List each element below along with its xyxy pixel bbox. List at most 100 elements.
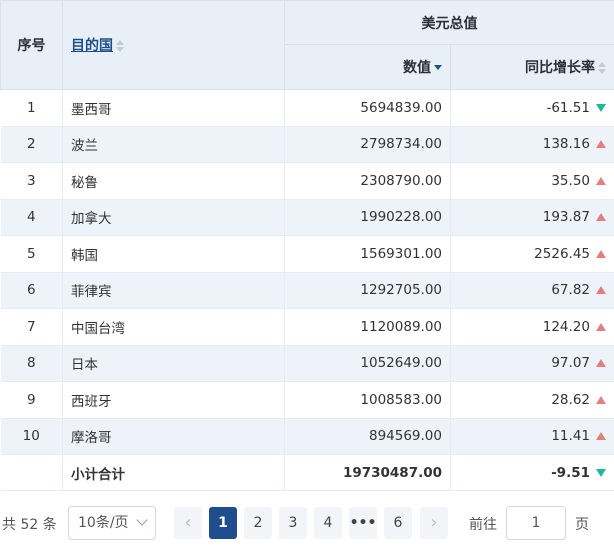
row-index: 10 [0,418,63,455]
page-ellipsis[interactable]: ••• [349,507,377,539]
row-index: 3 [0,162,63,200]
row-growth: 35.50 [450,162,614,200]
row-growth-text: 193.87 [542,209,590,226]
row-growth: 67.82 [450,272,614,309]
trend-down-icon [596,468,606,477]
row-value: 1008583.00 [284,381,451,419]
header-country-label[interactable]: 目的国 [71,38,113,54]
row-value: 1120089.00 [284,308,451,346]
row-growth: 28.62 [450,381,614,419]
subtotal-index [0,454,63,491]
row-growth-text: 11.41 [551,428,590,445]
row-country: 西班牙 [62,381,285,419]
subtotal-value-text: 19730487.00 [342,464,442,481]
page-button-1[interactable]: 1 [209,507,237,539]
row-index: 4 [0,199,63,236]
row-value: 1990228.00 [284,199,451,236]
data-table: 序号 目的国 美元总值 数值 同比增长率 1 墨西哥 5694839.00 -61.5… [0,0,614,491]
sort-icon[interactable] [116,40,124,52]
chevron-left-icon: ‹ [184,512,192,533]
table-row[interactable]: 9 西班牙 1008583.00 28.62 [0,381,614,419]
row-index-text: 7 [26,318,36,335]
row-index-text: 8 [26,355,36,372]
row-growth: -61.51 [450,89,614,127]
row-index-text: 9 [26,391,36,408]
row-value: 1569301.00 [284,235,451,273]
subtotal-value: 19730487.00 [284,454,451,491]
subtotal-growth-text: -9.51 [551,464,590,481]
prev-page-button[interactable]: ‹ [174,507,202,539]
page-button-6[interactable]: 6 [384,507,412,539]
page-button-3[interactable]: 3 [279,507,307,539]
sort-desc-icon[interactable] [434,62,442,74]
table-row[interactable]: 6 菲律宾 1292705.00 67.82 [0,272,614,309]
goto-page-input[interactable]: 1 [506,506,566,540]
trend-up-icon [596,213,606,222]
row-value-text: 1120089.00 [360,318,442,335]
chevron-right-icon: › [430,512,438,533]
table-row[interactable]: 8 日本 1052649.00 97.07 [0,345,614,382]
sort-icon[interactable] [598,62,606,74]
row-country: 摩洛哥 [62,418,285,455]
page-button-2[interactable]: 2 [244,507,272,539]
row-value: 1292705.00 [284,272,451,309]
subtotal-label-text: 小计合计 [71,466,125,483]
row-value-text: 1990228.00 [360,209,442,226]
row-country-text: 中国台湾 [71,320,125,337]
header-value-label[interactable]: 数值 [403,60,431,76]
header-country[interactable]: 目的国 [62,0,285,90]
row-value: 1052649.00 [284,345,451,382]
row-value-text: 1052649.00 [360,355,442,372]
trend-up-icon [596,176,606,185]
row-index-text: 4 [26,209,36,226]
row-index: 5 [0,235,63,273]
table-header: 序号 目的国 美元总值 数值 同比增长率 [0,0,614,90]
page-size-value: 10条/页 [78,515,129,531]
trend-up-icon [596,286,606,295]
trend-up-icon [596,249,606,258]
row-country-text: 日本 [71,357,98,374]
row-growth: 11.41 [450,418,614,455]
next-page-button[interactable]: › [420,507,448,539]
table-row[interactable]: 4 加拿大 1990228.00 193.87 [0,199,614,236]
row-growth: 138.16 [450,126,614,163]
header-value[interactable]: 数值 [284,44,451,90]
row-index: 1 [0,89,63,127]
row-value-text: 1569301.00 [360,245,442,262]
chevron-down-icon [136,514,148,526]
row-country-text: 秘鲁 [71,174,98,191]
row-country: 日本 [62,345,285,382]
table-row[interactable]: 5 韩国 1569301.00 2526.45 [0,235,614,273]
data-table-container: 序号 目的国 美元总值 数值 同比增长率 1 墨西哥 5694839.00 -61.5… [0,0,614,491]
trend-up-icon [596,395,606,404]
row-index-text: 6 [26,282,36,299]
row-country-text: 波兰 [71,138,98,155]
row-index-text: 2 [26,136,36,153]
row-growth-text: 28.62 [551,391,590,408]
row-country-text: 韩国 [71,247,98,264]
trend-up-icon [596,432,606,441]
header-growth[interactable]: 同比增长率 [450,44,614,90]
row-growth-text: 35.50 [551,172,590,189]
row-growth-text: 138.16 [542,136,590,153]
row-country: 秘鲁 [62,162,285,200]
subtotal-growth: -9.51 [450,454,614,491]
table-row[interactable]: 7 中国台湾 1120089.00 124.20 [0,308,614,346]
trend-up-icon [596,359,606,368]
row-value-text: 894569.00 [368,428,442,445]
row-index-text: 10 [22,428,40,445]
row-growth-text: -61.51 [546,99,590,116]
header-growth-label[interactable]: 同比增长率 [525,60,595,76]
table-row[interactable]: 3 秘鲁 2308790.00 35.50 [0,162,614,200]
row-value-text: 1008583.00 [360,391,442,408]
row-value-text: 1292705.00 [360,282,442,299]
row-country-text: 西班牙 [71,393,112,410]
page-size-select[interactable]: 10条/页 [68,506,156,540]
row-value-text: 2798734.00 [360,136,442,153]
table-row[interactable]: 10 摩洛哥 894569.00 11.41 [0,418,614,455]
trend-down-icon [596,103,606,112]
table-row[interactable]: 1 墨西哥 5694839.00 -61.51 [0,89,614,127]
table-row[interactable]: 2 波兰 2798734.00 138.16 [0,126,614,163]
page-button-4[interactable]: 4 [314,507,342,539]
trend-up-icon [596,140,606,149]
